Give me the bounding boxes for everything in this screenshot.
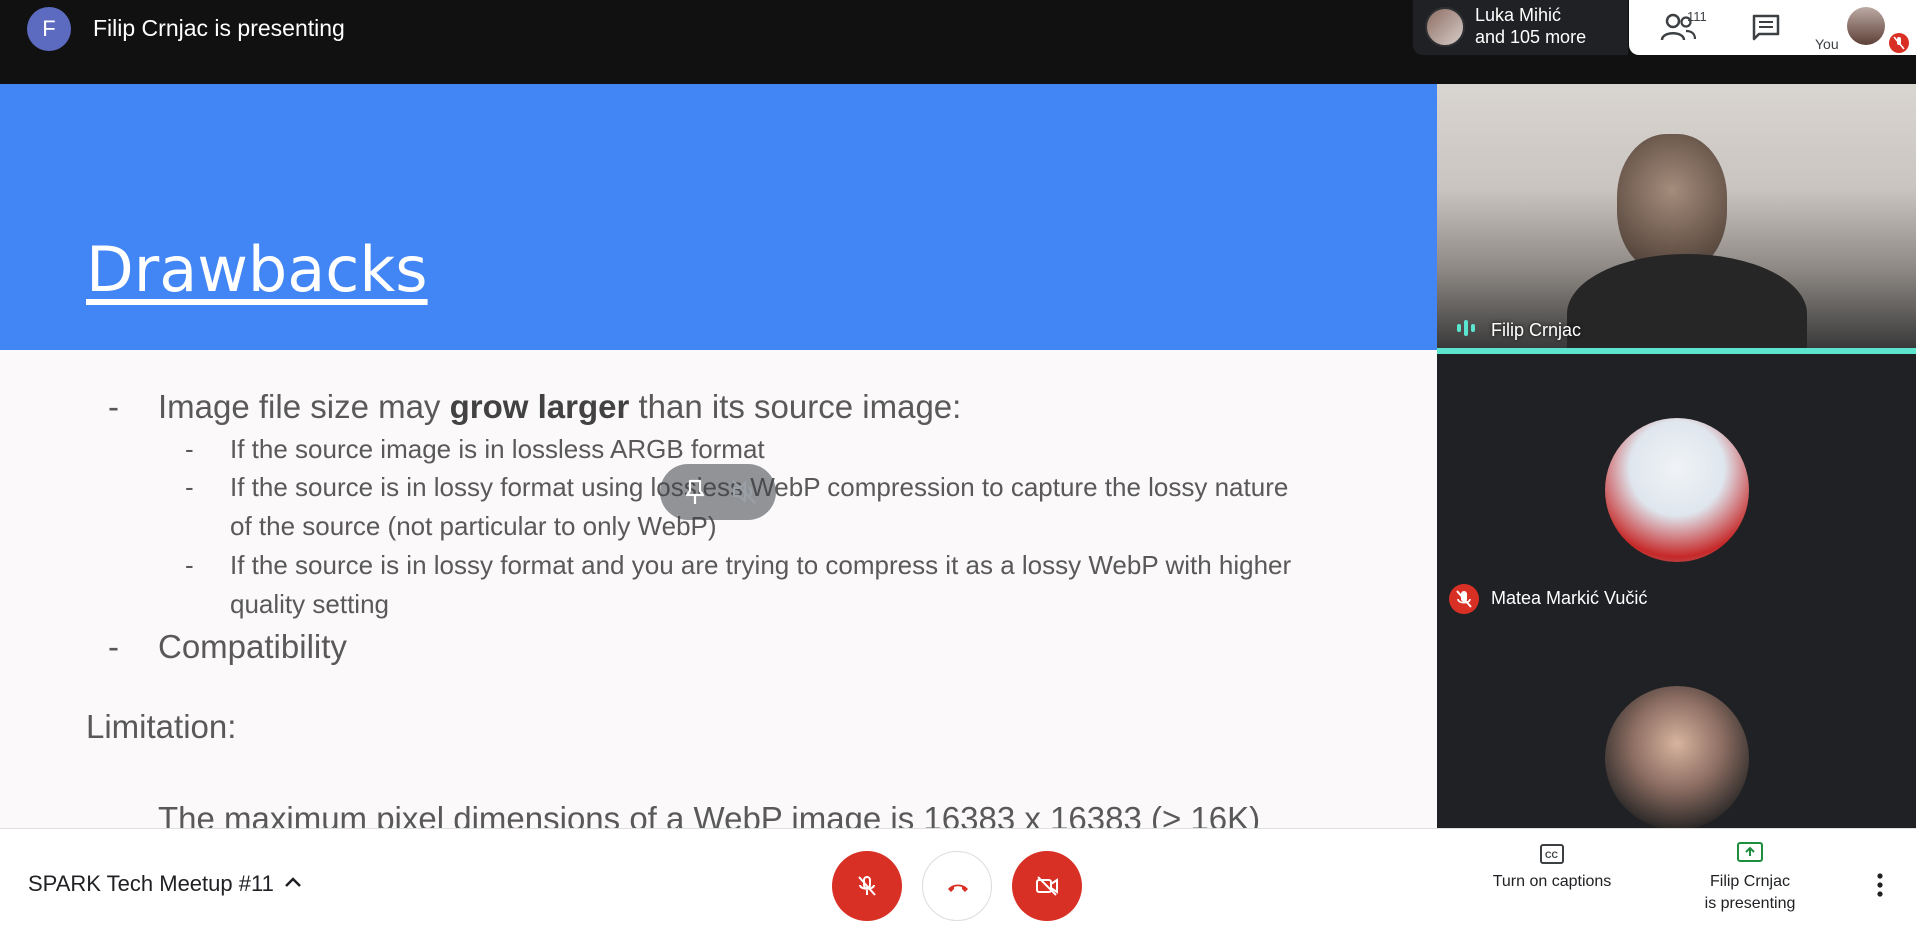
participant-tile-presenter[interactable]: Filip Crnjac [1437,84,1916,348]
chevron-up-icon[interactable] [283,875,303,889]
more-options-icon[interactable] [1870,871,1890,899]
participant-avatar [1425,7,1465,47]
top-right-panel: 111 You [1629,0,1916,55]
meeting-title[interactable]: SPARK Tech Meetup #11 [28,871,274,897]
sub-bullet-3-line2: quality setting [230,589,389,619]
participant-tiles-list: Matea Markić Vučić [1437,354,1916,828]
tile-name: Matea Markić Vučić [1491,588,1648,608]
mic-off-icon [858,876,876,896]
captions-label: Turn on captions [1492,873,1612,890]
camera-toggle-button[interactable] [1012,851,1082,921]
participant-avatar[interactable] [1605,686,1749,828]
closed-captions-icon: CC [1540,844,1564,864]
muted-icon [1449,584,1479,614]
svg-text:CC: CC [1545,850,1558,860]
top-bar: F Filip Crnjac is presenting Luka Mihić … [0,0,1916,84]
camera-off-icon [1036,876,1058,896]
participant-video-body [1567,254,1807,348]
sub-bullet-3-line1: If the source is in lossy format and you… [230,550,1292,580]
presenting-status-button[interactable]: Filip Crnjac is presenting [1680,841,1820,915]
sub-bullet-2-line2: of the source (not particular to only We… [230,511,717,541]
participant-avatar[interactable] [1605,418,1749,562]
mute-speaker-icon[interactable] [730,478,758,506]
participants-preview-chip[interactable]: Luka Mihić and 105 more [1413,0,1628,55]
bottom-toolbar: SPARK Tech Meetup #11 CC Turn on caption… [0,828,1916,935]
pin-mute-overlay [660,464,776,520]
bullet-dash: - [108,628,119,665]
self-muted-icon [1889,33,1909,53]
present-screen-icon [1737,842,1763,862]
sub-bullet-dash: - [185,550,194,580]
speaking-indicator-icon [1457,320,1475,336]
participant-video-face [1617,134,1727,274]
captions-button[interactable]: CC Turn on captions [1472,843,1632,891]
limitation-line: The maximum pixel dimensions of a WebP i… [158,800,1261,828]
slide-header: Drawbacks [0,84,1437,350]
bullet-2: Compatibility [158,628,347,665]
limitation-heading: Limitation: [86,708,237,745]
microphone-toggle-button[interactable] [832,851,902,921]
leave-call-button[interactable] [922,851,992,921]
self-avatar[interactable] [1847,7,1885,45]
sub-bullet-dash: - [185,434,194,464]
self-label: You [1815,36,1839,52]
presenter-avatar: F [27,7,71,51]
bullet-1: Image file size may grow larger than its… [158,388,962,425]
chat-icon[interactable] [1750,12,1782,42]
presentation-slide: Drawbacks - Image file size may grow lar… [0,84,1437,828]
presenting-banner: Filip Crnjac is presenting [93,15,345,41]
hang-up-icon [948,884,968,892]
participant-name: Luka Mihić [1475,5,1562,25]
slide-title: Drawbacks [86,233,428,306]
presenting-line2: is presenting [1704,895,1796,912]
presenting-line1: Filip Crnjac [1709,873,1790,890]
sub-bullet-dash: - [185,472,194,502]
bullet-dash: - [108,388,119,425]
pin-icon[interactable] [682,478,708,506]
participants-count: 111 [1687,9,1707,24]
participant-more-count: and 105 more [1475,27,1587,47]
tile-name: Filip Crnjac [1491,320,1582,340]
